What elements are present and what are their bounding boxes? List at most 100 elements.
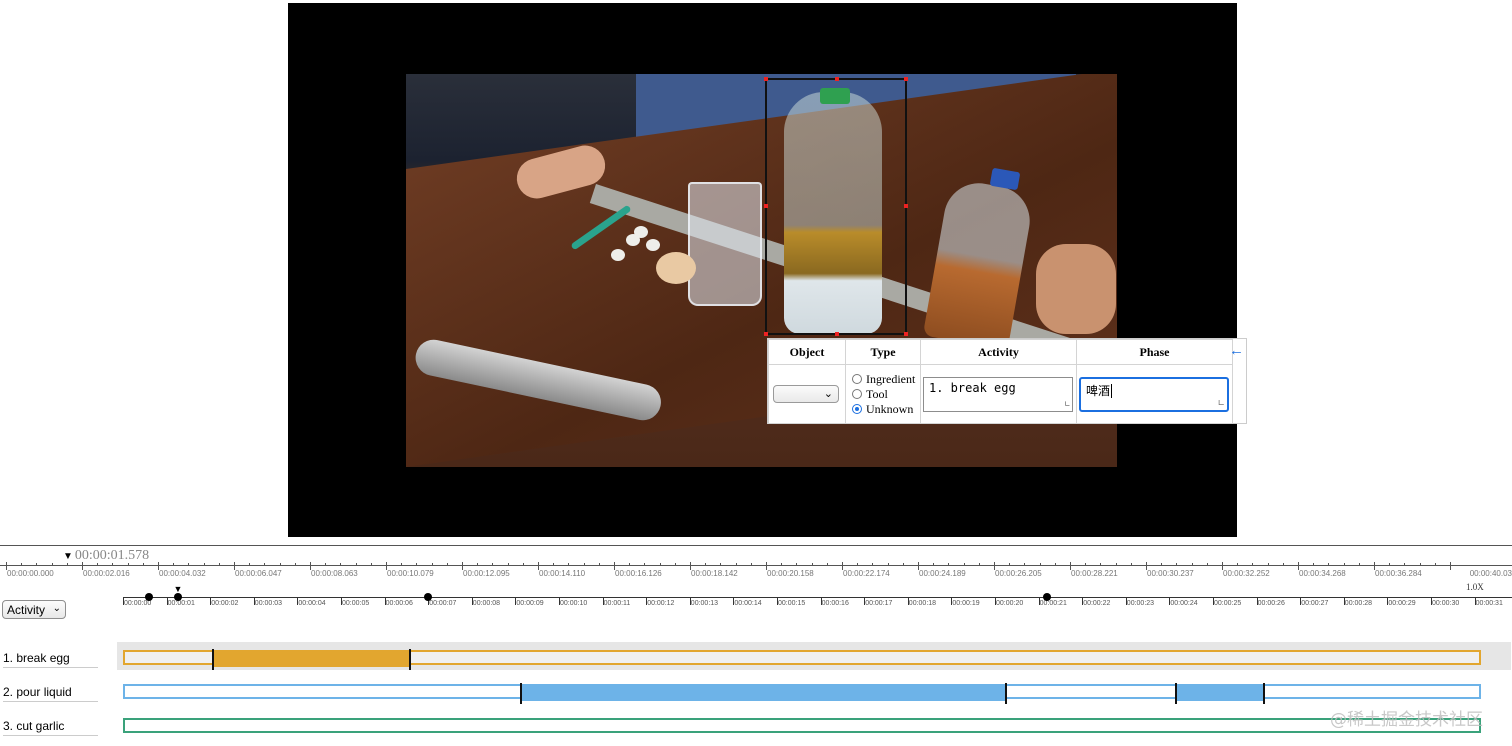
activity-cell: 1. break egg ∟	[920, 364, 1077, 424]
scene-egg	[656, 252, 696, 284]
overview-minor-tick	[902, 563, 904, 566]
object-select[interactable]: ⌄	[773, 385, 839, 403]
radio-ingredient[interactable]	[852, 374, 862, 384]
video-player[interactable]	[288, 3, 1237, 537]
playhead-marker-icon[interactable]: ▼	[174, 584, 183, 594]
seconds-tick-label: 00:00:10	[560, 600, 588, 607]
overview-minor-tick	[1404, 563, 1406, 566]
resize-grip-icon[interactable]: ∟	[1217, 399, 1225, 409]
chevron-down-icon: ⌄	[823, 388, 833, 400]
seconds-tick-label: 00:00:21	[1039, 600, 1067, 607]
bbox-handle[interactable]	[904, 77, 908, 81]
seconds-tick-label: 00:00:18	[908, 600, 937, 607]
activity-textarea[interactable]: 1. break egg ∟	[923, 376, 1073, 412]
bbox-handle[interactable]	[764, 332, 768, 336]
overview-minor-tick	[781, 563, 783, 566]
phase-value: 啤酒	[1086, 383, 1111, 398]
overview-minor-tick	[203, 563, 205, 566]
segment-start-handle[interactable]	[520, 683, 523, 704]
overview-minor-tick	[294, 563, 296, 566]
overview-minor-tick	[1267, 563, 1269, 566]
overview-tick-label: 00:00:36.284	[1375, 569, 1422, 578]
overview-minor-tick	[401, 563, 403, 566]
overview-minor-tick	[1282, 563, 1284, 566]
type-option-tool[interactable]: Tool	[846, 387, 920, 402]
overview-minor-tick	[370, 563, 372, 566]
bbox-handle[interactable]	[904, 204, 908, 208]
scene-right-hand	[1036, 244, 1116, 334]
overview-minor-tick	[340, 563, 342, 566]
overview-minor-tick	[1358, 563, 1360, 566]
keyframe-marker[interactable]	[173, 593, 182, 601]
overview-tick-label: 00:00:14.110	[539, 569, 586, 578]
bbox-handle[interactable]	[904, 332, 908, 336]
bbox-handle[interactable]	[764, 77, 768, 81]
track-label[interactable]: 1. break egg	[3, 651, 98, 668]
overview-minor-tick	[173, 563, 175, 566]
activity-segment[interactable]	[212, 650, 410, 667]
overview-minor-tick	[598, 563, 600, 566]
overview-minor-tick	[948, 563, 950, 566]
seconds-tick-label: 00:00:08	[472, 600, 501, 607]
segment-end-handle[interactable]	[1262, 683, 1265, 704]
bbox-handle[interactable]	[764, 204, 768, 208]
seconds-tick-label: 00:00:13	[690, 600, 719, 607]
type-option-ingredient[interactable]: Ingredient	[846, 372, 920, 387]
bbox-handle[interactable]	[835, 332, 839, 336]
phase-header: Phase	[1076, 339, 1233, 365]
seconds-tick-label: 00:00:23	[1126, 600, 1155, 607]
segment-end-handle[interactable]	[408, 649, 411, 670]
annotation-panel: Object Type Activity Phase ⌄ Ingredient …	[767, 338, 1247, 424]
seconds-tick-label: 00:00:05	[342, 600, 370, 607]
overview-tick-label: 00:00:26.205	[995, 569, 1042, 578]
type-option-unknown[interactable]: Unknown	[846, 402, 920, 417]
track-type-select[interactable]: Activity ⌄	[2, 600, 66, 619]
overview-minor-tick	[492, 563, 494, 566]
keyframe-marker[interactable]	[145, 593, 154, 601]
overview-minor-tick	[446, 563, 448, 566]
activity-segment[interactable]	[521, 684, 1006, 701]
overview-minor-tick	[963, 563, 965, 566]
scene-garlic	[646, 239, 660, 251]
track-bar[interactable]	[123, 649, 1481, 670]
seconds-tick-label: 00:00:06	[385, 600, 413, 607]
track-type-value: Activity	[7, 603, 46, 617]
track-label[interactable]: 3. cut garlic	[3, 719, 98, 736]
seconds-tick-label: 00:00:07	[429, 600, 457, 607]
overview-minor-tick	[1328, 563, 1330, 566]
overview-minor-tick	[249, 563, 251, 566]
track-label[interactable]: 2. pour liquid	[3, 685, 98, 702]
overview-minor-tick	[127, 563, 129, 566]
phase-textarea[interactable]: 啤酒 ∟	[1079, 376, 1229, 412]
activity-segment[interactable]	[1176, 684, 1264, 701]
overview-tick-label: 00:00:24.189	[919, 569, 966, 578]
overview-minor-tick	[1039, 563, 1041, 566]
seconds-tick-label: 00:00:17	[865, 600, 893, 607]
type-option-label: Ingredient	[866, 371, 916, 386]
overview-ruler[interactable]: 00:00:00.000 00:00:02.016 00:00:04.032 00:0…	[0, 560, 1512, 588]
back-arrow-icon[interactable]: ←	[1229, 343, 1244, 360]
resize-grip-icon[interactable]: ∟	[1065, 400, 1070, 410]
overview-minor-tick	[279, 563, 281, 566]
seconds-tick-label: 00:00:24	[1170, 600, 1198, 607]
overview-minor-tick	[857, 563, 859, 566]
bbox-handle[interactable]	[835, 77, 839, 81]
overview-minor-tick	[568, 563, 570, 566]
track-bar[interactable]	[123, 718, 1481, 733]
radio-unknown[interactable]	[852, 404, 862, 414]
object-bounding-box[interactable]	[764, 77, 908, 336]
segment-start-handle[interactable]	[211, 649, 214, 670]
track-bar[interactable]	[123, 683, 1481, 704]
segment-start-handle[interactable]	[1175, 683, 1178, 704]
seconds-ruler[interactable]: 00:00:00 00:00:01 00:00:02 00:00:03 00:00:04…	[123, 584, 1512, 620]
overview-minor-tick	[97, 563, 99, 566]
overview-minor-tick	[1176, 563, 1178, 566]
overview-tick-label: 00:00:12.095	[463, 569, 510, 578]
overview-minor-tick	[264, 563, 266, 566]
overview-minor-tick	[1115, 563, 1117, 566]
segment-end-handle[interactable]	[1004, 683, 1007, 704]
overview-minor-tick	[477, 563, 479, 566]
seconds-ruler-axis	[123, 597, 1512, 598]
overview-minor-tick	[933, 563, 935, 566]
radio-tool[interactable]	[852, 389, 862, 399]
